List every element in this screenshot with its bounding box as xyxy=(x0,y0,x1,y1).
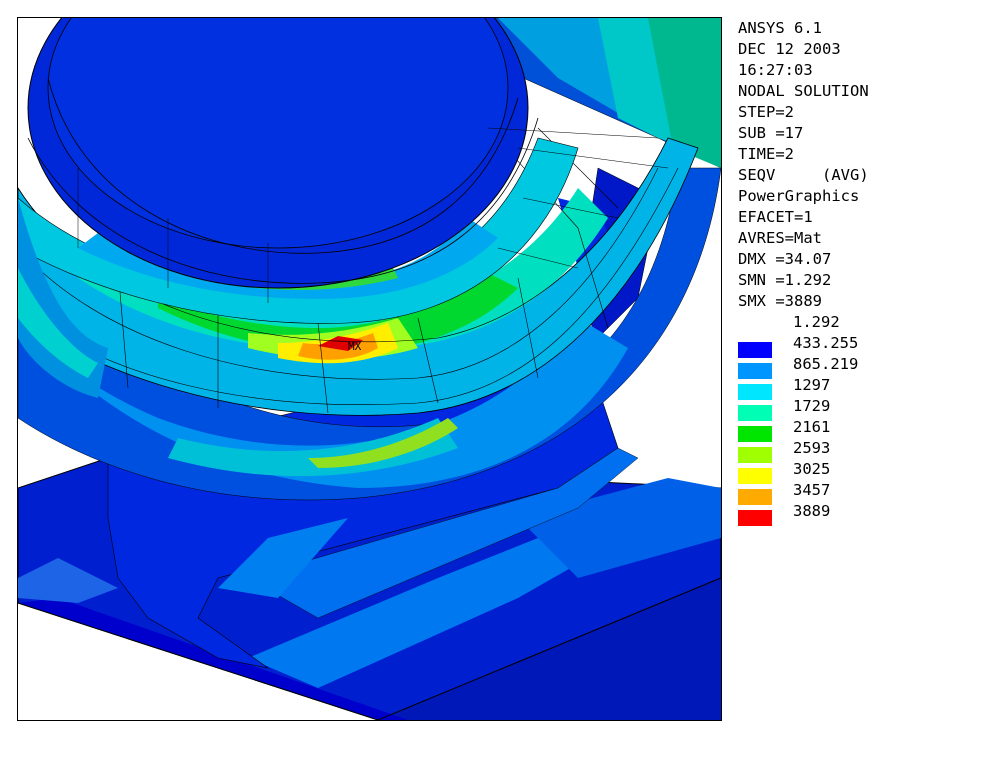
legend-min-label: 1.292 xyxy=(793,313,840,331)
legend-swatch xyxy=(738,510,772,526)
info-solution-type: NODAL SOLUTION xyxy=(738,82,869,100)
model-viewport[interactable]: MX xyxy=(17,17,722,721)
info-step: STEP=2 xyxy=(738,103,794,121)
info-dmx: DMX =34.07 xyxy=(738,250,832,268)
info-smn: SMN =1.292 xyxy=(738,271,832,289)
info-software-version: ANSYS 6.1 xyxy=(738,19,822,37)
info-smx: SMX =3889 xyxy=(738,292,822,310)
legend-band-label: 1297 xyxy=(793,376,831,394)
contour-legend: 1.292 433.255 865.219 1297 1729 2161 259… xyxy=(738,312,978,526)
legend-min-row: 1.292 xyxy=(738,312,978,333)
legend-band-label: 1729 xyxy=(793,397,831,415)
legend-band-row: 3457 xyxy=(738,480,978,505)
info-graphics-mode: PowerGraphics xyxy=(738,187,860,205)
legend-band-label: 3025 xyxy=(793,460,831,478)
info-panel: ANSYS 6.1 DEC 12 2003 16:27:03 NODAL SOL… xyxy=(738,18,978,526)
info-efacet: EFACET=1 xyxy=(738,208,813,226)
info-time: 16:27:03 xyxy=(738,61,813,79)
legend-band-row: 3889 xyxy=(738,501,978,526)
legend-band-label: 3889 xyxy=(793,502,831,520)
legend-band-label: 433.255 xyxy=(793,334,859,352)
legend-band-row: 865.219 xyxy=(738,354,978,379)
legend-band-label: 3457 xyxy=(793,481,831,499)
legend-band-row: 2161 xyxy=(738,417,978,442)
legend-band-label: 2161 xyxy=(793,418,831,436)
legend-band-row: 433.255 xyxy=(738,333,978,358)
legend-band-label: 2593 xyxy=(793,439,831,457)
info-avres: AVRES=Mat xyxy=(738,229,822,247)
legend-band-row: 3025 xyxy=(738,459,978,484)
legend-band-row: 2593 xyxy=(738,438,978,463)
stress-contour-plot: MX xyxy=(18,18,721,720)
info-date: DEC 12 2003 xyxy=(738,40,841,58)
legend-band-row: 1729 xyxy=(738,396,978,421)
legend-band-row: 1297 xyxy=(738,375,978,400)
info-load-time: TIME=2 xyxy=(738,145,794,163)
info-result-item: SEQV (AVG) xyxy=(738,166,869,184)
info-substep: SUB =17 xyxy=(738,124,804,142)
legend-band-label: 865.219 xyxy=(793,355,859,373)
